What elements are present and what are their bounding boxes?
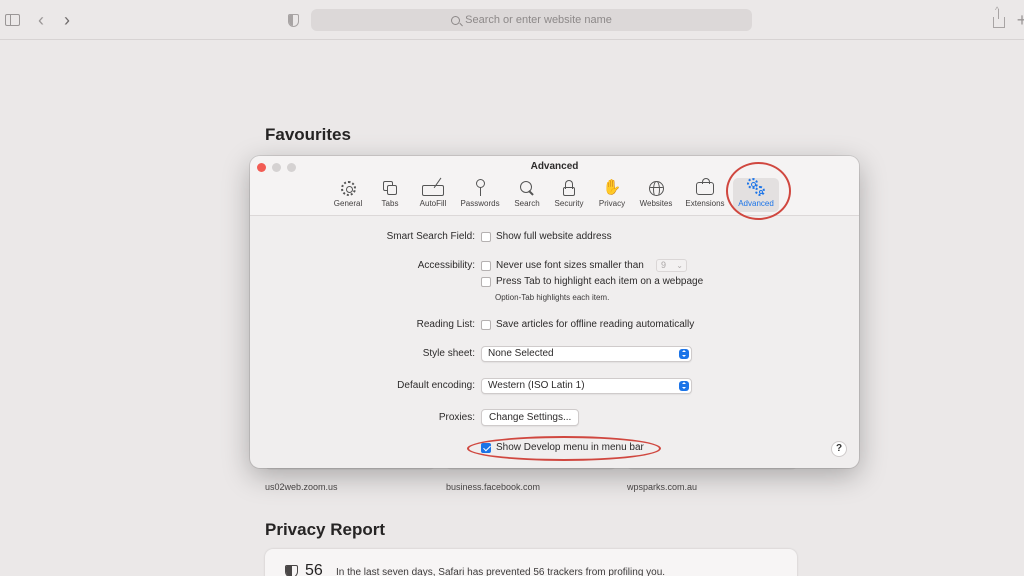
tab-autofill[interactable]: AutoFill: [415, 178, 451, 212]
min-font-size-checkbox[interactable]: [481, 261, 491, 271]
offline-reading-checkbox[interactable]: [481, 320, 491, 330]
accessibility-label: Accessibility:: [417, 260, 475, 271]
tab-label: General: [333, 199, 363, 208]
tracker-count: 56: [305, 562, 323, 576]
tab-websites[interactable]: Websites: [636, 178, 676, 212]
search-icon: [519, 180, 535, 196]
share-icon[interactable]: [992, 5, 1006, 28]
tab-label: Extensions: [685, 199, 725, 208]
window-title: Advanced: [530, 161, 579, 172]
tab-label: AutoFill: [419, 199, 447, 208]
tab-security[interactable]: Security: [551, 178, 587, 212]
show-full-address-checkbox[interactable]: [481, 232, 491, 242]
lock-icon: [563, 179, 575, 197]
forward-arrow-icon[interactable]: ›: [60, 11, 74, 29]
show-full-address-text[interactable]: Show full website address: [496, 231, 612, 242]
address-placeholder: Search or enter website name: [465, 14, 612, 26]
favourite-label[interactable]: wpsparks.com.au: [627, 482, 697, 492]
font-size-value: 9: [661, 260, 667, 270]
preferences-toolbar: Advanced General Tabs AutoFill Passwords…: [250, 156, 859, 216]
change-settings-button[interactable]: Change Settings...: [481, 409, 580, 426]
globe-icon: [648, 180, 664, 196]
new-tab-icon[interactable]: +: [1017, 11, 1024, 29]
tab-advanced[interactable]: Advanced: [733, 178, 779, 212]
tab-extensions[interactable]: Extensions: [683, 177, 727, 212]
show-develop-menu-checkbox[interactable]: [481, 443, 491, 453]
style-sheet-value: None Selected: [488, 348, 554, 359]
default-encoding-select[interactable]: Western (ISO Latin 1): [481, 378, 692, 394]
chevron-down-icon: ⌄: [676, 261, 683, 270]
privacy-report-card[interactable]: 56 In the last seven days, Safari has pr…: [265, 549, 797, 576]
stepper-icon: [679, 381, 689, 391]
tab-label: Security: [554, 199, 584, 208]
tab-general[interactable]: General: [332, 178, 364, 212]
sidebar-toggle-icon[interactable]: [4, 12, 20, 28]
smart-search-label: Smart Search Field:: [386, 231, 475, 242]
gear-icon: [340, 180, 356, 196]
favourites-title: Favourites: [265, 125, 351, 144]
help-button[interactable]: ?: [831, 441, 847, 457]
back-arrow-icon[interactable]: ‹: [34, 11, 48, 29]
search-icon: [451, 15, 461, 25]
offline-reading-text[interactable]: Save articles for offline reading automa…: [496, 319, 694, 330]
address-bar[interactable]: Search or enter website name: [311, 9, 752, 31]
show-develop-menu-text[interactable]: Show Develop menu in menu bar: [496, 442, 644, 453]
tab-label: Privacy: [598, 199, 626, 208]
gears-icon: [745, 178, 767, 198]
style-sheet-select[interactable]: None Selected: [481, 346, 692, 362]
autofill-icon: [422, 185, 444, 196]
tab-tabs[interactable]: Tabs: [376, 178, 404, 212]
preferences-window: Advanced General Tabs AutoFill Passwords…: [250, 156, 859, 468]
tabs-icon: [382, 180, 398, 196]
font-size-select[interactable]: 9 ⌄: [656, 259, 687, 272]
default-encoding-value: Western (ISO Latin 1): [488, 380, 585, 391]
tab-label: Tabs: [381, 199, 399, 208]
stepper-icon: [679, 349, 689, 359]
privacy-shield-icon[interactable]: [286, 12, 300, 28]
style-sheet-label: Style sheet:: [422, 348, 475, 359]
tab-highlight-text[interactable]: Press Tab to highlight each item on a we…: [496, 276, 703, 287]
reading-list-label: Reading List:: [416, 319, 475, 330]
tab-passwords[interactable]: Passwords: [457, 178, 503, 212]
min-font-size-text[interactable]: Never use font sizes smaller than: [496, 260, 644, 271]
puzzle-icon: [696, 177, 714, 195]
key-icon: [474, 179, 486, 197]
tab-label: Websites: [639, 199, 673, 208]
privacy-message: In the last seven days, Safari has preve…: [336, 567, 666, 576]
favourite-label[interactable]: us02web.zoom.us: [265, 482, 338, 492]
default-encoding-label: Default encoding:: [397, 380, 475, 391]
shield-icon: [285, 565, 298, 576]
tab-highlight-hint: Option-Tab highlights each item.: [495, 293, 610, 302]
tab-label: Advanced: [738, 199, 774, 208]
proxies-label: Proxies:: [438, 412, 475, 423]
hand-icon: ✋: [602, 179, 622, 196]
favourite-label[interactable]: business.facebook.com: [446, 482, 540, 492]
tab-label: Search: [514, 199, 540, 208]
privacy-report-title: Privacy Report: [265, 520, 385, 539]
tab-privacy[interactable]: ✋ Privacy: [595, 178, 629, 212]
tab-search[interactable]: Search: [511, 178, 543, 212]
browser-toolbar: ‹ › Search or enter website name +: [0, 0, 1024, 40]
tab-label: Passwords: [460, 199, 500, 208]
tab-highlight-checkbox[interactable]: [481, 277, 491, 287]
